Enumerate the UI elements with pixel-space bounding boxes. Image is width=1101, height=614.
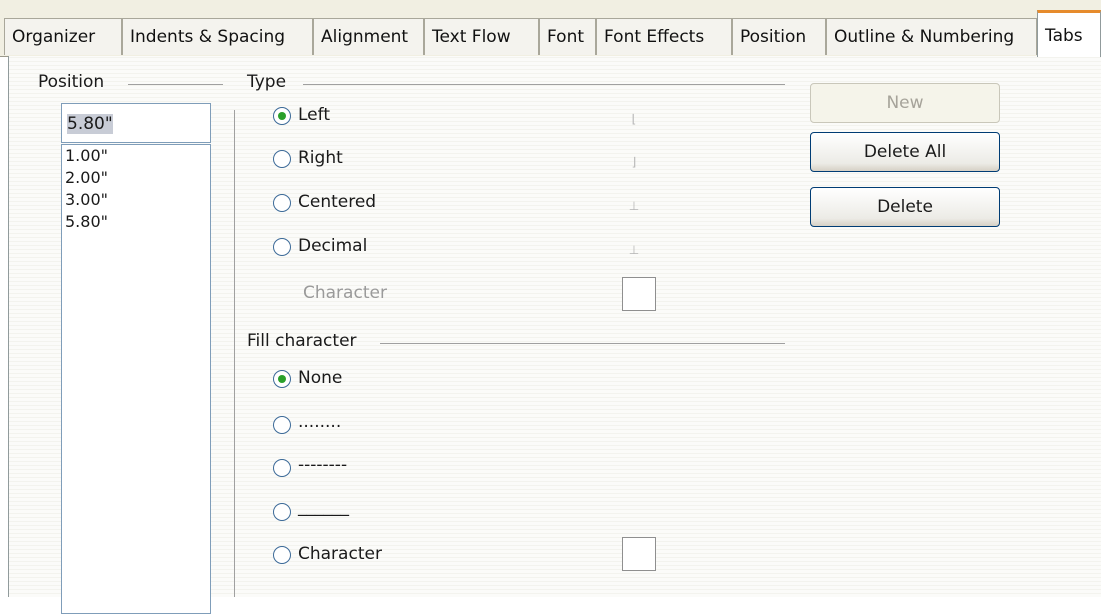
fill-character-label: Character [298, 544, 382, 564]
type-character-label: Character [303, 283, 387, 303]
tab-center-icon: ⊥ [628, 199, 640, 213]
type-right-radio[interactable] [273, 150, 291, 168]
list-item[interactable]: 1.00" [62, 145, 210, 167]
type-group-label: Type [247, 72, 287, 92]
tab-font[interactable]: Font [539, 18, 596, 55]
position-input[interactable]: 5.80" [61, 103, 211, 143]
tab-tabs[interactable]: Tabs [1037, 10, 1101, 57]
type-left-radio[interactable] [273, 107, 291, 125]
type-separator [303, 84, 785, 85]
tab-right-icon: ⌋ [631, 155, 637, 169]
type-vertical-divider [234, 110, 235, 597]
fill-dashes-radio[interactable] [273, 459, 291, 477]
fill-dots-radio[interactable] [273, 416, 291, 434]
type-decimal-label: Decimal [298, 236, 368, 256]
tab-text-flow[interactable]: Text Flow [424, 18, 539, 55]
tab-font-effects[interactable]: Font Effects [596, 18, 732, 55]
list-item[interactable]: 2.00" [62, 167, 210, 189]
list-item[interactable]: 5.80" [62, 211, 210, 233]
new-button[interactable]: New [810, 83, 1000, 123]
fill-dots-label: ........ [298, 412, 342, 432]
type-centered-radio[interactable] [273, 194, 291, 212]
fill-underscore-radio[interactable] [273, 503, 291, 521]
fill-none-radio[interactable] [273, 370, 291, 388]
fill-dashes-label: -------- [298, 455, 348, 475]
tab-organizer[interactable]: Organizer [4, 18, 122, 55]
fill-group-label: Fill character [247, 331, 357, 351]
type-decimal-radio[interactable] [273, 238, 291, 256]
fill-character-radio[interactable] [273, 546, 291, 564]
tab-indents-spacing[interactable]: Indents & Spacing [122, 18, 313, 55]
delete-all-button[interactable]: Delete All [810, 132, 1000, 172]
position-input-value: 5.80" [67, 114, 113, 134]
tab-alignment[interactable]: Alignment [313, 18, 424, 55]
tab-bar: Organizer Indents & Spacing Alignment Te… [0, 0, 1101, 57]
fill-character-input[interactable] [622, 537, 656, 571]
tab-outline-numbering[interactable]: Outline & Numbering [826, 18, 1037, 55]
type-centered-label: Centered [298, 192, 377, 212]
type-character-input[interactable] [622, 277, 656, 311]
position-list[interactable]: 1.00" 2.00" 3.00" 5.80" [61, 144, 211, 614]
type-left-label: Left [298, 105, 330, 125]
tab-decimal-icon: ⊥ [628, 243, 640, 257]
tab-position[interactable]: Position [732, 18, 826, 55]
tab-left-icon: ⌊ [631, 112, 637, 126]
fill-none-label: None [298, 368, 343, 388]
fill-underscore-label: ______ [298, 497, 349, 517]
fill-separator [380, 343, 785, 344]
delete-button[interactable]: Delete [810, 187, 1000, 227]
list-item[interactable]: 3.00" [62, 189, 210, 211]
position-group-label: Position [38, 72, 105, 92]
position-separator [128, 84, 223, 85]
type-right-label: Right [298, 148, 343, 168]
